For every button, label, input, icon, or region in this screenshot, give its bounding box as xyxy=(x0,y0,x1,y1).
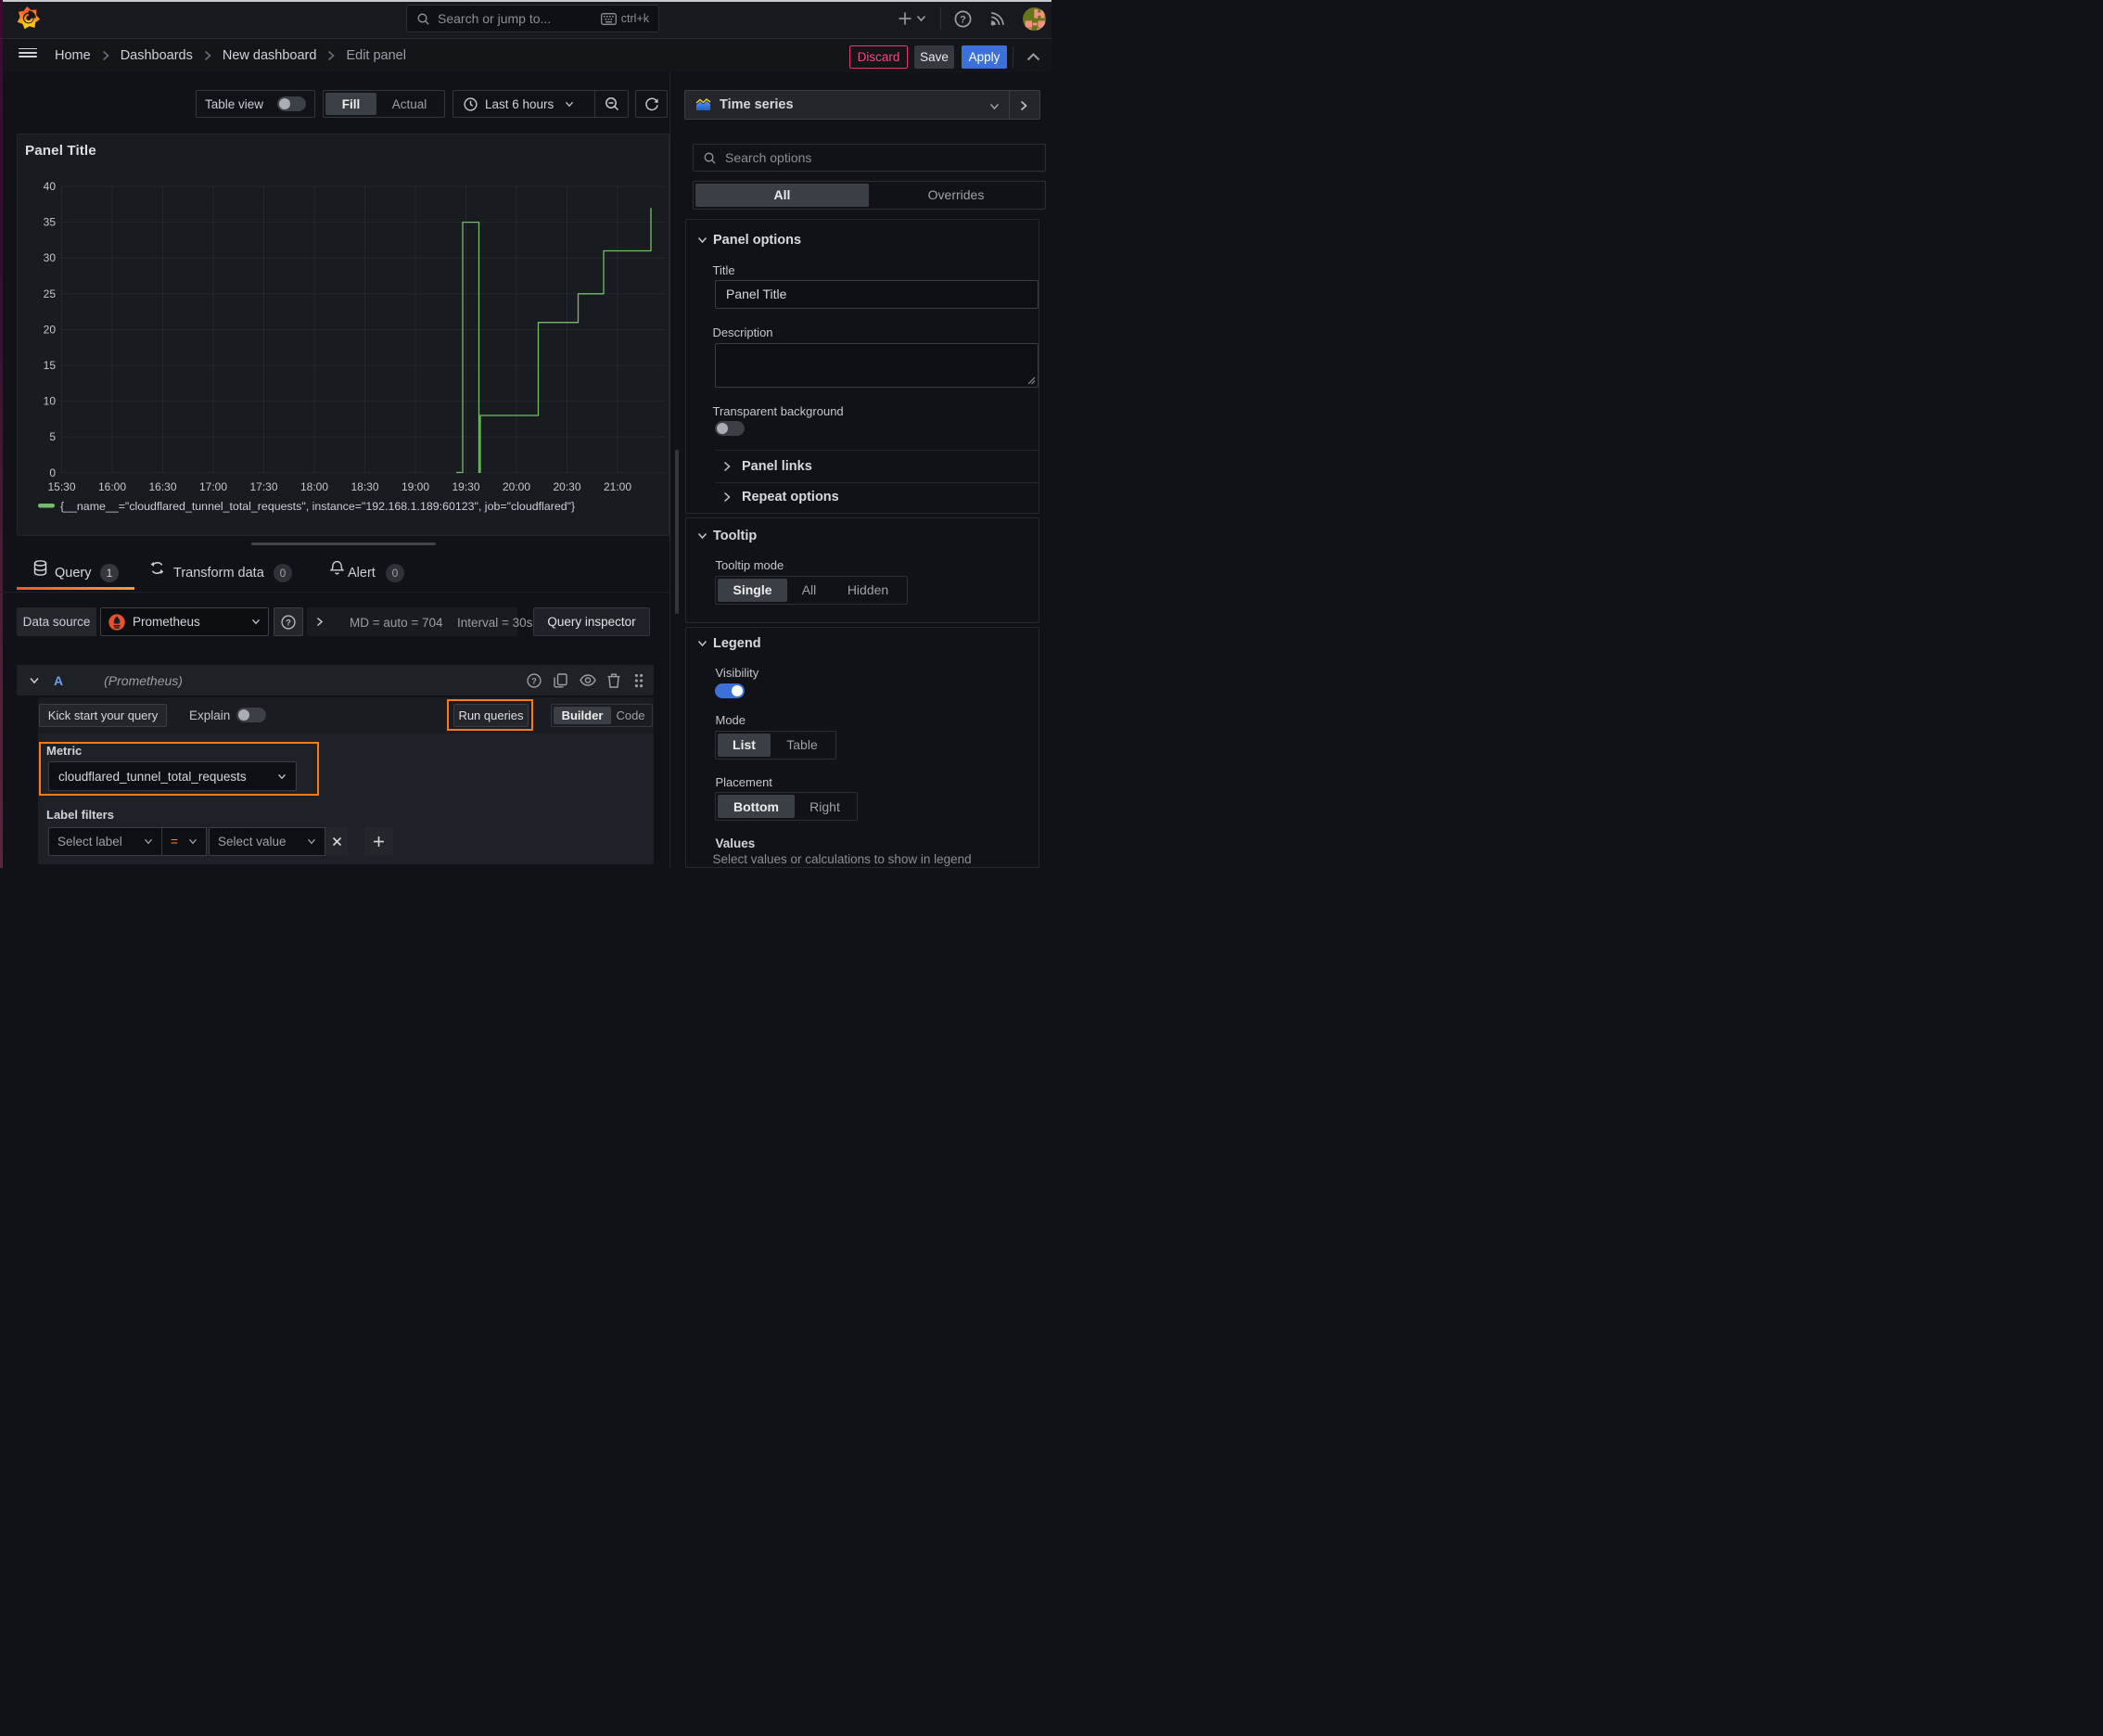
svg-text:20:00: 20:00 xyxy=(503,480,530,493)
svg-text:?: ? xyxy=(960,15,966,26)
svg-text:20: 20 xyxy=(44,323,57,336)
svg-text:30: 30 xyxy=(44,251,57,264)
svg-text:19:00: 19:00 xyxy=(401,480,429,493)
svg-text:0: 0 xyxy=(49,466,56,479)
svg-text:?: ? xyxy=(286,618,291,627)
svg-text:17:30: 17:30 xyxy=(249,480,277,493)
svg-text:35: 35 xyxy=(44,215,57,228)
svg-text:5: 5 xyxy=(49,430,56,443)
svg-text:18:30: 18:30 xyxy=(350,480,378,493)
svg-text:40: 40 xyxy=(44,180,57,193)
svg-text:19:30: 19:30 xyxy=(452,480,479,493)
svg-text:16:30: 16:30 xyxy=(148,480,176,493)
svg-text:16:00: 16:00 xyxy=(98,480,126,493)
svg-text:15: 15 xyxy=(44,359,57,372)
svg-text:{__name__="cloudflared_tunnel_: {__name__="cloudflared_tunnel_total_requ… xyxy=(60,500,575,513)
svg-text:10: 10 xyxy=(44,394,57,407)
svg-text:18:00: 18:00 xyxy=(300,480,328,493)
svg-text:25: 25 xyxy=(44,287,57,300)
svg-text:17:00: 17:00 xyxy=(199,480,227,493)
svg-text:21:00: 21:00 xyxy=(604,480,631,493)
svg-text:15:30: 15:30 xyxy=(47,480,75,493)
svg-text:20:30: 20:30 xyxy=(553,480,580,493)
svg-text:?: ? xyxy=(531,676,537,685)
